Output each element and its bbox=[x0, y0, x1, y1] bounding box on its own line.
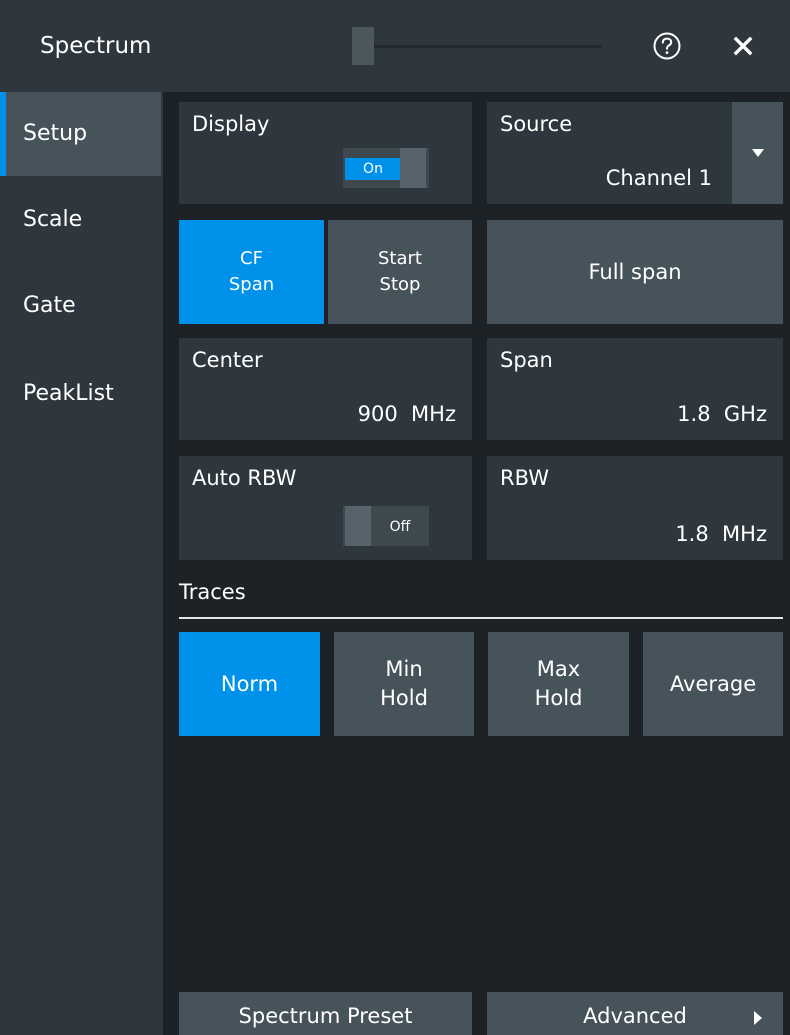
traces-label: Traces bbox=[179, 580, 246, 604]
spectrum-preset-button[interactable]: Spectrum Preset bbox=[179, 992, 472, 1035]
source-dropdown[interactable]: Source Channel 1 bbox=[487, 102, 783, 204]
span-value: 1.8 GHz bbox=[677, 402, 767, 426]
auto-rbw-label: Auto RBW bbox=[192, 466, 297, 490]
dialog-title: Spectrum bbox=[40, 33, 152, 59]
auto-rbw-panel: Auto RBW Off bbox=[179, 456, 472, 560]
tab-scale[interactable]: Scale bbox=[0, 178, 161, 262]
start-stop-line1: Start bbox=[378, 248, 422, 269]
tab-gate[interactable]: Gate bbox=[0, 264, 161, 348]
source-label: Source bbox=[500, 112, 573, 136]
help-icon[interactable] bbox=[652, 31, 682, 61]
display-toggle[interactable]: On bbox=[343, 148, 429, 188]
auto-rbw-toggle-knob bbox=[345, 506, 371, 546]
spectrum-preset-label: Spectrum Preset bbox=[238, 1004, 413, 1028]
tab-peaklist[interactable]: PeakList bbox=[0, 352, 161, 436]
trace-norm-label: Norm bbox=[220, 671, 279, 696]
close-icon[interactable] bbox=[731, 34, 755, 58]
cf-span-button[interactable]: CF Span bbox=[179, 220, 324, 324]
transparency-slider-thumb[interactable] bbox=[352, 27, 374, 65]
advanced-label: Advanced bbox=[583, 1004, 687, 1028]
full-span-label: Full span bbox=[588, 259, 682, 284]
display-toggle-knob bbox=[400, 148, 426, 188]
auto-rbw-toggle[interactable]: Off bbox=[343, 506, 429, 546]
transparency-slider-track[interactable] bbox=[360, 45, 602, 48]
trace-min-hold-line1: Min bbox=[385, 657, 423, 681]
source-dropdown-button[interactable] bbox=[732, 102, 783, 204]
center-field[interactable]: Center 900 MHz bbox=[179, 338, 472, 440]
display-toggle-state: On bbox=[345, 158, 401, 180]
trace-average-label: Average bbox=[669, 671, 757, 696]
span-field[interactable]: Span 1.8 GHz bbox=[487, 338, 783, 440]
trace-max-hold-line2: Hold bbox=[534, 686, 583, 710]
display-panel: Display On bbox=[179, 102, 472, 204]
trace-average-button[interactable]: Average bbox=[643, 632, 783, 736]
display-label: Display bbox=[192, 112, 270, 136]
trace-min-hold-line2: Hold bbox=[380, 686, 428, 710]
center-value: 900 MHz bbox=[357, 402, 456, 426]
trace-norm-button[interactable]: Norm bbox=[179, 632, 320, 736]
start-stop-line2: Stop bbox=[379, 274, 421, 295]
auto-rbw-toggle-state: Off bbox=[389, 519, 411, 535]
rbw-label: RBW bbox=[500, 466, 550, 490]
rbw-field[interactable]: RBW 1.8 MHz bbox=[487, 456, 783, 560]
rbw-value: 1.8 MHz bbox=[675, 522, 767, 546]
traces-divider bbox=[179, 617, 783, 619]
center-label: Center bbox=[192, 348, 263, 372]
advanced-button[interactable]: Advanced bbox=[487, 992, 783, 1035]
span-label: Span bbox=[500, 348, 553, 372]
caret-down-icon bbox=[752, 149, 764, 157]
trace-max-hold-line1: Max bbox=[536, 657, 581, 681]
cf-span-line2: Span bbox=[228, 274, 275, 295]
source-value: Channel 1 bbox=[605, 166, 712, 190]
tab-setup[interactable]: Setup bbox=[0, 92, 161, 176]
start-stop-button[interactable]: Start Stop bbox=[328, 220, 472, 324]
full-span-button[interactable]: Full span bbox=[487, 220, 783, 324]
sidebar-divider bbox=[163, 92, 165, 1035]
cf-span-line1: CF bbox=[240, 248, 263, 269]
caret-right-icon bbox=[754, 1011, 762, 1025]
trace-max-hold-button[interactable]: Max Hold bbox=[488, 632, 629, 736]
trace-min-hold-button[interactable]: Min Hold bbox=[334, 632, 474, 736]
